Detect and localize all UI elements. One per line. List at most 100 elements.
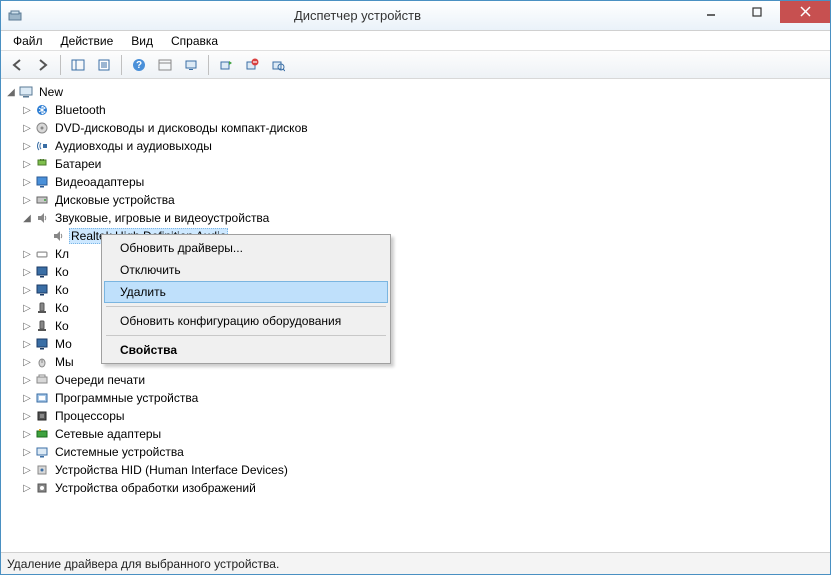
expand-icon[interactable]: ▷ [21,194,33,206]
window-title: Диспетчер устройств [27,8,688,23]
tree-category[interactable]: ▷Дисковые устройства [19,191,828,209]
expand-icon[interactable]: ▷ [21,320,33,332]
expand-icon[interactable]: ▷ [21,482,33,494]
expand-icon[interactable]: ▷ [21,338,33,350]
tree-category[interactable]: ▷ Батареи [19,155,828,173]
menu-help[interactable]: Справка [163,32,226,50]
category-icon [34,264,50,280]
category-icon [34,246,50,262]
tree-category[interactable]: ▷Устройства обработки изображений [19,479,828,497]
tree-category[interactable]: ▷Аудиовходы и аудиовыходы [19,137,828,155]
cm-separator [106,306,386,307]
category-icon [34,192,50,208]
tree-category-label: Видеоадаптеры [53,175,146,189]
collapse-icon[interactable]: ◢ [5,86,17,98]
collapse-icon[interactable]: ◢ [21,212,33,224]
tree-category[interactable]: ▷DVD-дисководы и дисководы компакт-диско… [19,119,828,137]
minimize-button[interactable] [688,1,734,23]
category-icon [34,444,50,460]
svg-text:?: ? [136,60,142,71]
expand-icon[interactable]: ▷ [21,248,33,260]
view-devices-button[interactable] [179,53,203,77]
device-manager-window: Диспетчер устройств Файл Действие Вид Сп… [0,0,831,575]
status-text: Удаление драйвера для выбранного устройс… [7,557,279,571]
window-controls [688,1,830,23]
expand-icon[interactable]: ▷ [21,392,33,404]
tree-category[interactable]: ▷ Очереди печати [19,371,828,389]
expand-icon[interactable]: ▷ [21,464,33,476]
cm-uninstall[interactable]: Удалить [104,281,388,303]
tree-category-label: Системные устройства [53,445,186,459]
tree-category-label: Звуковые, игровые и видеоустройства [53,211,271,225]
show-hide-tree-button[interactable] [66,53,90,77]
action-pane-button[interactable] [153,53,177,77]
menu-file[interactable]: Файл [5,32,51,50]
tree-category[interactable]: ▷Сетевые адаптеры [19,425,828,443]
tree-category[interactable]: ▷Устройства HID (Human Interface Devices… [19,461,828,479]
cm-scan-hardware[interactable]: Обновить конфигурацию оборудования [104,310,388,332]
toolbar: ? [1,51,830,79]
expand-icon[interactable]: ▷ [21,374,33,386]
menu-action[interactable]: Действие [53,32,122,50]
expand-icon[interactable]: ▷ [21,266,33,278]
tree-category-label: Очереди печати [53,373,147,387]
tree-category[interactable]: ▷ Процессоры [19,407,828,425]
tree-category-label: Процессоры [53,409,127,423]
cm-disable[interactable]: Отключить [104,259,388,281]
expand-icon[interactable]: ▷ [21,176,33,188]
close-button[interactable] [780,1,830,23]
category-icon [34,390,50,406]
cm-properties[interactable]: Свойства [104,339,388,361]
uninstall-button[interactable] [240,53,264,77]
audio-device-icon [50,228,66,244]
computer-icon [18,84,34,100]
tree-category[interactable]: ▷ Программные устройства [19,389,828,407]
expand-icon[interactable]: ▷ [21,428,33,440]
update-driver-button[interactable] [214,53,238,77]
category-icon [34,156,50,172]
tree-root[interactable]: ◢ New [3,83,828,101]
category-icon [34,462,50,478]
tree-category-label: Ко [53,319,71,333]
expand-icon[interactable]: ▷ [21,122,33,134]
properties-toolbar-button[interactable] [92,53,116,77]
tree-category-label: Мы [53,355,76,369]
toolbar-separator [208,55,209,75]
tree-category[interactable]: ▷ Видеоадаптеры [19,173,828,191]
category-icon [34,300,50,316]
expand-icon[interactable]: ▷ [21,356,33,368]
tree-category[interactable]: ▷ Bluetooth [19,101,828,119]
tree-category-label: Мо [53,337,74,351]
tree-category-label: Bluetooth [53,103,108,117]
device-tree[interactable]: ◢ New ▷ Bluetooth ▷DVD-дисководы и дисково… [1,79,830,552]
tree-category-label: Батареи [53,157,103,171]
toolbar-separator [60,55,61,75]
category-icon [34,354,50,370]
forward-button[interactable] [31,53,55,77]
tree-category[interactable]: ◢ Звуковые, игровые и видеоустройства [19,209,828,227]
expand-icon[interactable]: ▷ [21,140,33,152]
category-icon [34,480,50,496]
back-button[interactable] [5,53,29,77]
menubar: Файл Действие Вид Справка [1,31,830,51]
category-icon [34,174,50,190]
category-icon [34,336,50,352]
category-icon [34,372,50,388]
help-button[interactable]: ? [127,53,151,77]
category-icon [34,318,50,334]
expand-icon[interactable]: ▷ [21,446,33,458]
category-icon [34,426,50,442]
expand-icon[interactable]: ▷ [21,158,33,170]
expand-icon[interactable]: ▷ [21,410,33,422]
scan-hardware-button[interactable] [266,53,290,77]
tree-category[interactable]: ▷ Системные устройства [19,443,828,461]
menu-view[interactable]: Вид [123,32,161,50]
toolbar-separator [121,55,122,75]
cm-update-drivers[interactable]: Обновить драйверы... [104,237,388,259]
tree-root-label: New [37,85,65,99]
tree-category-label: Программные устройства [53,391,200,405]
expand-icon[interactable]: ▷ [21,302,33,314]
expand-icon[interactable]: ▷ [21,284,33,296]
maximize-button[interactable] [734,1,780,23]
expand-icon[interactable]: ▷ [21,104,33,116]
